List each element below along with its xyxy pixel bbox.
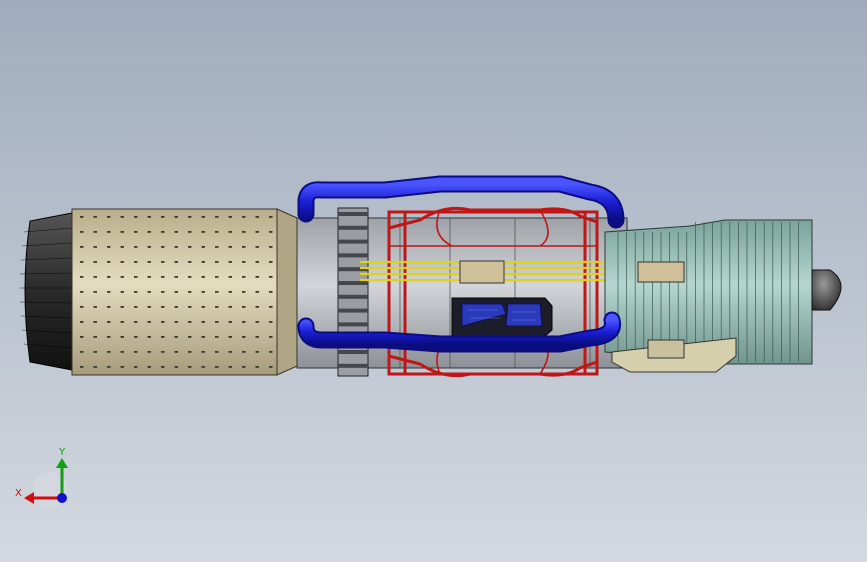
- y-axis-label: Y: [58, 447, 66, 458]
- access-panel[interactable]: [451, 297, 553, 337]
- engine-assembly[interactable]: [19, 175, 842, 378]
- cad-viewport[interactable]: Y X: [0, 0, 867, 562]
- exhaust-nozzle[interactable]: [19, 212, 73, 371]
- y-axis-arrowhead: [56, 458, 68, 468]
- axis-triad: Y X: [15, 447, 68, 508]
- afterburner-section[interactable]: [71, 208, 298, 376]
- ribbed-flange[interactable]: [337, 207, 369, 377]
- x-axis-label: X: [15, 488, 22, 499]
- fuel-control-box[interactable]: [459, 260, 505, 284]
- z-axis-dot: [57, 493, 67, 503]
- nose-spinner[interactable]: [811, 269, 842, 311]
- x-axis-arrowhead: [24, 492, 34, 504]
